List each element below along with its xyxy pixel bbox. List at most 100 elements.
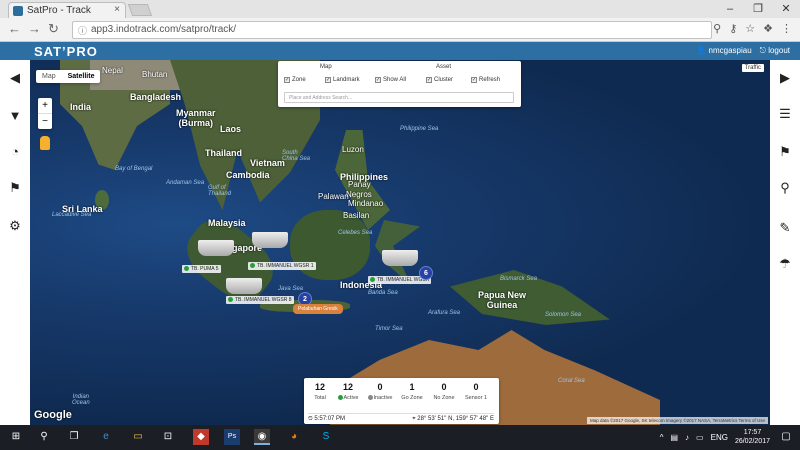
network-icon[interactable]: ▤ (670, 433, 678, 442)
refresh-checkbox[interactable]: ✓ Refresh (471, 77, 500, 83)
map-filter-panel: Map Asset ✓ Zone ✓ Landmark ✓ Show All ✓ Clu… (278, 61, 521, 107)
traffic-button[interactable]: Traffic (741, 64, 764, 72)
navigation-arrow-icon[interactable]: ◀ (7, 70, 23, 86)
place-search-input[interactable]: Place and Address Search... (284, 92, 514, 103)
right-toolbar: ▶ ☰ ⚑ ⚲ ✎ ☂ (770, 60, 800, 425)
maximize-button[interactable]: ❐ (744, 0, 772, 18)
street-view-pegman-icon[interactable] (40, 136, 50, 150)
stat-value: 12 (314, 382, 325, 392)
vessel-ship-icon[interactable] (226, 278, 262, 294)
logout-link[interactable]: ⎋ logout (760, 46, 790, 56)
measure-icon[interactable]: ✎ (777, 220, 793, 236)
zoom-in-button[interactable]: + (38, 98, 52, 113)
search-icon[interactable]: ⚲ (36, 429, 52, 445)
skype-icon[interactable]: S (318, 429, 334, 445)
search-icon[interactable]: ⚲ (713, 22, 721, 35)
map-type-satellite[interactable]: Satellite (62, 70, 101, 83)
forward-icon[interactable]: → (28, 21, 41, 36)
windows-start-icon[interactable]: ⊞ (8, 429, 24, 445)
menu-icon[interactable]: ⋮ (781, 22, 792, 35)
status-coords: ⌖ 28° 53' 51'' N, 159° 57' 48'' E (412, 416, 494, 422)
flag-icon[interactable]: ⚑ (7, 180, 23, 196)
list-icon[interactable]: ☰ (777, 106, 793, 122)
collapse-right-icon[interactable]: ▶ (777, 70, 793, 86)
stat-sensor-1[interactable]: 0 Sensor 1 (462, 382, 490, 401)
stat-go-zone[interactable]: 1 Go Zone (398, 382, 426, 401)
notifications-icon[interactable]: ▢ (778, 429, 794, 445)
show-all-checkbox[interactable]: ✓ Show All (375, 77, 406, 83)
label-bangladesh: Bangladesh (130, 92, 182, 102)
file-explorer-icon[interactable]: ▭ (130, 429, 146, 445)
settings-icon[interactable]: ⚙ (7, 218, 23, 234)
label-vietnam: Vietnam (250, 158, 285, 168)
map-attribution[interactable]: Map data ©2017 Google, SK telecom Imager… (586, 417, 768, 424)
user-name: 👤 nmcgaspiau (696, 46, 752, 55)
stat-inactive[interactable]: 0 Inactive (366, 382, 394, 401)
filter-icon[interactable]: ▼ (7, 108, 23, 124)
label-bay-of-bengal: Bay of Bengal (115, 166, 153, 172)
weather-icon[interactable]: ☂ (777, 256, 793, 272)
zone-checkbox[interactable]: ✓ Zone (284, 77, 306, 83)
label-coral-sea: Coral Sea (558, 378, 585, 384)
bookmark-star-icon[interactable]: ☆ (745, 22, 755, 35)
map-type-control: Map Satellite (36, 70, 101, 83)
key-icon[interactable]: ⚷ (729, 22, 737, 35)
battery-icon[interactable]: ▭ (696, 433, 704, 442)
back-icon[interactable]: ← (8, 21, 21, 36)
location-pin-icon[interactable]: ⚲ (777, 180, 793, 196)
vessel-label[interactable]: TB. PUMA 5 (182, 265, 221, 273)
left-toolbar: ◀ ▼ ◔ ⚑ ⚙ (0, 60, 30, 425)
vessel-label[interactable]: TB. IMMANUEL WGSR 8 (226, 296, 294, 304)
vessel-ship-icon[interactable] (198, 240, 234, 256)
photoshop-icon[interactable]: Ps (224, 429, 240, 445)
store-icon[interactable]: ⊡ (160, 429, 176, 445)
show-hidden-icons-icon[interactable]: ^ (660, 433, 664, 442)
label-papua-new-guinea: Papua New Guinea (478, 290, 527, 310)
address-bar[interactable]: ⓘ app3.indotrack.com/satpro/track/ (72, 21, 712, 39)
vessel-ship-icon[interactable] (252, 232, 288, 248)
vessel-name: TB. IMMANUEL WGSR 1 (257, 263, 314, 269)
history-icon[interactable]: ◔ (7, 144, 23, 160)
stat-active[interactable]: 12 Active (334, 382, 362, 401)
user-name-text: nmcgaspiau (708, 46, 752, 55)
stat-label: Active (343, 395, 359, 401)
chrome-icon[interactable]: ◉ (254, 429, 270, 445)
url-text: app3.indotrack.com/satpro/track/ (91, 24, 237, 35)
landmark-checkbox[interactable]: ✓ Landmark (325, 77, 360, 83)
refresh-checkbox-label: Refresh (479, 77, 501, 83)
tab-close-icon[interactable]: × (114, 4, 120, 15)
checkbox-check-icon: ✓ (325, 77, 331, 83)
new-tab-button[interactable] (127, 4, 153, 16)
vessel-cluster[interactable]: 6 (419, 266, 433, 280)
clock[interactable]: 17:57 26/02/2017 (735, 428, 770, 446)
task-view-icon[interactable]: ❐ (66, 429, 82, 445)
flag-icon[interactable]: ⚑ (777, 144, 793, 160)
stat-total[interactable]: 12 Total (306, 382, 334, 401)
page-info-icon[interactable]: ⓘ (78, 24, 87, 37)
windows-taskbar: ⊞ ⚲ ❐ e ▭ ⊡ ◆ Ps ◉ ◕ S ^ ▤ ♪ ▭ ENG 17:57… (0, 425, 800, 450)
reload-icon[interactable]: ↻ (48, 21, 59, 37)
minimize-button[interactable]: – (716, 0, 744, 18)
extension-icon[interactable]: ❖ (763, 22, 773, 35)
stat-no-zone[interactable]: 0 No Zone (430, 382, 458, 401)
satpro-favicon-icon (13, 6, 23, 16)
volume-icon[interactable]: ♪ (685, 433, 689, 442)
map-canvas[interactable]: Map Satellite + − Traffic Nepal Bhutan B… (30, 60, 770, 425)
close-window-button[interactable]: ✕ (772, 0, 800, 18)
zone-label[interactable]: Pelabuhan Gresik (293, 304, 343, 314)
label-negros: Negros (346, 190, 372, 199)
map-type-map[interactable]: Map (36, 70, 62, 83)
tab-title: SatPro - Track (27, 5, 91, 16)
stat-value: 1 (409, 382, 415, 392)
vessel-ship-icon[interactable] (382, 250, 418, 266)
cluster-checkbox[interactable]: ✓ Cluster (426, 77, 453, 83)
edge-browser-icon[interactable]: e (98, 429, 114, 445)
zoom-out-button[interactable]: − (38, 113, 52, 129)
app-icon[interactable]: ◆ (193, 429, 209, 445)
firefox-icon[interactable]: ◕ (286, 429, 302, 445)
language-indicator[interactable]: ENG (711, 433, 728, 442)
vessel-label[interactable]: TB. IMMANUEL WGSR 1 (248, 262, 316, 270)
app-header: SAT’PRO 👤 nmcgaspiau ⎋ logout (0, 42, 800, 60)
browser-tab[interactable]: SatPro - Track × (8, 2, 126, 18)
label-laccadive-sea: Laccadive Sea (52, 212, 92, 218)
